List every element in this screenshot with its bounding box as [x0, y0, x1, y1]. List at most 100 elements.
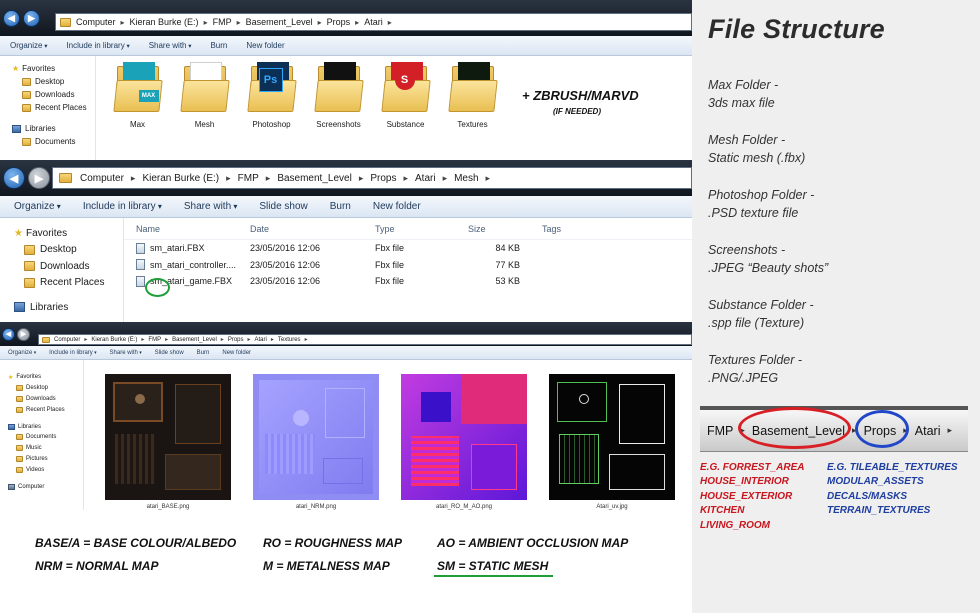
toolbar-slide-show[interactable]: Slide show — [155, 350, 184, 356]
breadcrumb-item[interactable]: Computer — [54, 337, 80, 343]
chevron-right-icon[interactable]: ▸ — [305, 336, 308, 343]
folder-screenshots[interactable]: Screenshots — [305, 60, 372, 129]
forward-button[interactable]: ▶ — [17, 327, 30, 341]
nav-item[interactable]: Downloads — [0, 394, 83, 405]
chevron-right-icon[interactable]: ▸ — [359, 173, 364, 184]
nav-item[interactable]: Desktop — [0, 383, 83, 394]
toolbar-burn[interactable]: Burn — [210, 41, 227, 50]
back-button[interactable]: ◀ — [3, 9, 20, 27]
toolbar-organize[interactable]: Organize — [8, 350, 36, 356]
nav-item[interactable]: Music — [0, 443, 83, 454]
nav-item[interactable]: Downloads — [0, 88, 95, 101]
forward-button[interactable]: ▶ — [28, 167, 50, 189]
toolbar-include-in-library[interactable]: Include in library — [66, 41, 129, 50]
chevron-right-icon[interactable]: ▸ — [486, 173, 491, 184]
back-button[interactable]: ◀ — [2, 327, 15, 341]
forward-button[interactable]: ▶ — [23, 9, 40, 27]
nav-item[interactable]: ★ Favorites — [0, 372, 83, 383]
chevron-right-icon[interactable]: ▸ — [443, 173, 448, 184]
texture-thumbnail[interactable]: atari_NRM.png — [242, 374, 390, 510]
breadcrumb-item[interactable]: Basement_Level — [246, 17, 313, 27]
breadcrumb[interactable]: Computer ▸ Kieran Burke (E:) ▸ FMP ▸ Basement_… — [52, 167, 692, 189]
toolbar-new-folder[interactable]: New folder — [222, 350, 251, 356]
toolbar-slide-show[interactable]: Slide show — [259, 201, 307, 212]
nav-item[interactable]: Libraries — [0, 421, 83, 432]
toolbar-organize[interactable]: Organize — [10, 41, 47, 50]
file-name-cell[interactable]: sm_atari_game.FBX — [124, 275, 250, 287]
toolbar-include-in-library[interactable]: Include in library — [83, 201, 162, 212]
file-name-cell[interactable]: sm_atari_controller.... — [124, 259, 250, 271]
breadcrumb-item[interactable]: Basement_Level — [172, 337, 217, 343]
chevron-right-icon[interactable]: ▸ — [131, 173, 136, 184]
chevron-right-icon[interactable]: ▸ — [84, 336, 87, 343]
chevron-right-icon[interactable]: ▸ — [141, 336, 144, 343]
toolbar-new-folder[interactable]: New folder — [246, 41, 284, 50]
nav-item[interactable]: ★ Favorites — [0, 225, 123, 242]
column-header-name[interactable]: Name — [124, 224, 250, 234]
file-name-cell[interactable]: sm_atari.FBX — [124, 242, 250, 254]
breadcrumb[interactable]: Computer ▸ Kieran Burke (E:) ▸ FMP ▸ Basement_… — [55, 13, 692, 31]
breadcrumb-item[interactable]: FMP — [238, 173, 259, 184]
chevron-right-icon[interactable]: ▸ — [266, 173, 271, 184]
breadcrumb-item[interactable]: Atari — [255, 337, 267, 343]
nav-item[interactable]: Documents — [0, 135, 95, 148]
breadcrumb-item[interactable]: FMP — [148, 337, 161, 343]
toolbar-burn[interactable]: Burn — [197, 350, 210, 356]
folder-substance[interactable]: S Substance — [372, 60, 439, 129]
breadcrumb[interactable]: Computer ▸ Kieran Burke (E:) ▸ FMP ▸ Basement_… — [38, 334, 692, 345]
breadcrumb-item[interactable]: Atari — [415, 173, 436, 184]
column-header-size[interactable]: Size — [468, 224, 530, 234]
chevron-right-icon[interactable]: ▸ — [226, 173, 231, 184]
nav-item[interactable]: Recent Places — [0, 404, 83, 415]
breadcrumb-item[interactable]: Props — [228, 337, 244, 343]
breadcrumb-item[interactable]: FMP — [213, 17, 232, 27]
folder-mesh[interactable]: Mesh — [171, 60, 238, 129]
toolbar-organize[interactable]: Organize — [14, 201, 61, 212]
breadcrumb-item[interactable]: Basement_Level — [277, 173, 352, 184]
toolbar-new-folder[interactable]: New folder — [373, 201, 421, 212]
folder-max[interactable]: MAX Max — [104, 60, 171, 129]
file-row[interactable]: sm_atari_game.FBX 23/05/2016 12:06 Fbx fil… — [124, 273, 692, 290]
chevron-right-icon[interactable]: ▸ — [237, 18, 241, 27]
texture-thumbnail[interactable]: Atari_uv.jpg — [538, 374, 686, 510]
chevron-right-icon[interactable]: ▸ — [271, 336, 274, 343]
texture-thumbnail[interactable]: atari_RO_M_AO.png — [390, 374, 538, 510]
toolbar-share-with[interactable]: Share with — [184, 201, 238, 212]
breadcrumb-item[interactable]: Computer — [76, 17, 116, 27]
chevron-right-icon[interactable]: ▸ — [318, 18, 322, 27]
breadcrumb-item[interactable]: Props — [327, 17, 351, 27]
nav-item[interactable]: Computer — [0, 481, 83, 492]
nav-item[interactable]: Libraries — [0, 122, 95, 135]
chevron-right-icon[interactable]: ▸ — [403, 173, 408, 184]
column-header-tags[interactable]: Tags — [530, 224, 590, 234]
column-header-date[interactable]: Date — [250, 224, 375, 234]
nav-item[interactable]: ★ Favorites — [0, 62, 95, 75]
chevron-right-icon[interactable]: ▸ — [221, 336, 224, 343]
nav-item[interactable]: Desktop — [0, 75, 95, 88]
breadcrumb-item[interactable]: Kieran Burke (E:) — [91, 337, 137, 343]
breadcrumb-item[interactable]: Kieran Burke (E:) — [142, 173, 219, 184]
column-header-type[interactable]: Type — [375, 224, 468, 234]
file-row[interactable]: sm_atari.FBX 23/05/2016 12:06 Fbx file 84 K… — [124, 240, 692, 257]
nav-item[interactable]: Libraries — [0, 299, 123, 316]
nav-item[interactable]: Downloads — [0, 258, 123, 275]
breadcrumb-item[interactable]: Props — [370, 173, 396, 184]
breadcrumb-item[interactable]: Textures — [278, 337, 301, 343]
folder-photoshop[interactable]: Ps Photoshop — [238, 60, 305, 129]
nav-item[interactable]: Recent Places — [0, 275, 123, 292]
chevron-right-icon[interactable]: ▸ — [248, 336, 251, 343]
chevron-right-icon[interactable]: ▸ — [204, 18, 208, 27]
nav-item[interactable]: Documents — [0, 432, 83, 443]
toolbar-share-with[interactable]: Share with — [110, 350, 142, 356]
back-button[interactable]: ◀ — [3, 167, 25, 189]
nav-item[interactable]: Pictures — [0, 454, 83, 465]
breadcrumb-item[interactable]: Kieran Burke (E:) — [130, 17, 199, 27]
chevron-right-icon[interactable]: ▸ — [121, 18, 125, 27]
toolbar-include-in-library[interactable]: Include in library — [49, 350, 96, 356]
nav-item[interactable]: Videos — [0, 464, 83, 475]
toolbar-share-with[interactable]: Share with — [149, 41, 192, 50]
chevron-right-icon[interactable]: ▸ — [165, 336, 168, 343]
breadcrumb-item[interactable]: Computer — [80, 173, 124, 184]
breadcrumb-item[interactable]: Mesh — [454, 173, 478, 184]
chevron-right-icon[interactable]: ▸ — [388, 18, 392, 27]
